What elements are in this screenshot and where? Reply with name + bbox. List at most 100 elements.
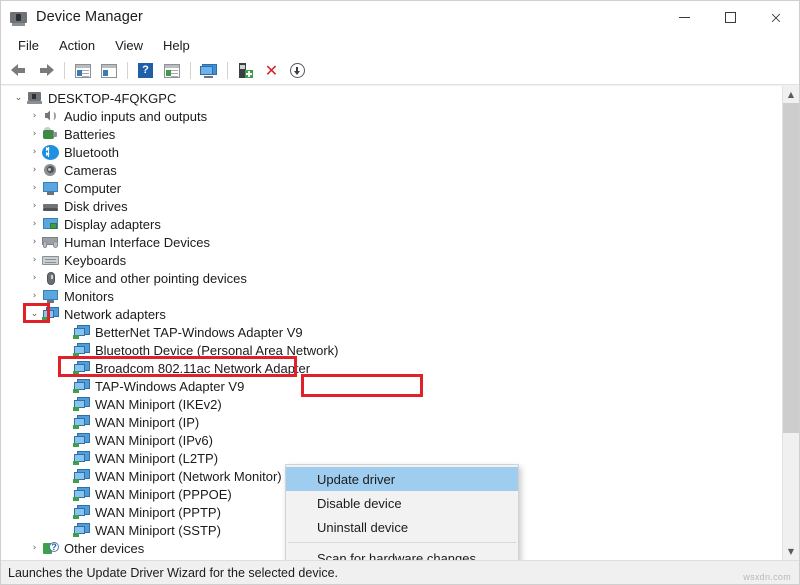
scroll-up-button[interactable]: ▲ bbox=[783, 86, 799, 103]
tree-node[interactable]: ⌄Network adapters bbox=[1, 305, 782, 323]
tree-node[interactable]: › Batteries bbox=[1, 125, 782, 143]
tree-node[interactable]: › Cameras bbox=[1, 161, 782, 179]
chevron-right-icon[interactable]: › bbox=[27, 166, 42, 175]
red-x-icon: ✕ bbox=[265, 63, 278, 79]
chevron-right-icon[interactable]: › bbox=[27, 112, 42, 121]
tree-node[interactable]: WAN Miniport (IKEv2) bbox=[1, 395, 782, 413]
help-button[interactable]: ? bbox=[133, 59, 158, 82]
tree-node-label: Batteries bbox=[64, 127, 119, 142]
scroll-down-button[interactable]: ▼ bbox=[783, 543, 799, 560]
tree-node[interactable]: ›Keyboards bbox=[1, 251, 782, 269]
network-adapter-icon bbox=[73, 343, 90, 358]
chevron-right-icon[interactable]: › bbox=[27, 220, 42, 229]
context-disable-device[interactable]: Disable device bbox=[286, 491, 518, 515]
down-arrow-circle-icon bbox=[290, 63, 305, 78]
network-adapter-icon bbox=[73, 433, 90, 448]
vertical-scrollbar[interactable]: ▲ ▼ bbox=[782, 86, 799, 560]
toolbar: ? ✕ bbox=[1, 57, 799, 85]
update-driver-button[interactable] bbox=[233, 59, 258, 82]
menu-view[interactable]: View bbox=[106, 36, 152, 55]
network-adapter-icon bbox=[73, 487, 90, 502]
tree-node-label: Other devices bbox=[64, 541, 148, 556]
view-button[interactable] bbox=[159, 59, 184, 82]
tree-node-label: Bluetooth Device (Personal Area Network) bbox=[95, 343, 343, 358]
toolbar-separator bbox=[190, 62, 191, 79]
menu-action[interactable]: Action bbox=[50, 36, 104, 55]
content-area: ⌄ DESKTOP-4FQKGPC ›Audio inputs and outp… bbox=[1, 85, 799, 560]
scrollbar-track[interactable] bbox=[783, 103, 799, 543]
chevron-right-icon[interactable]: › bbox=[27, 148, 42, 157]
context-scan-for-hardware-changes[interactable]: Scan for hardware changes bbox=[286, 546, 518, 560]
maximize-button[interactable] bbox=[707, 1, 753, 34]
disk-drive-icon bbox=[42, 199, 59, 214]
tree-node[interactable]: WAN Miniport (IP) bbox=[1, 413, 782, 431]
tree-node[interactable]: › Human Interface Devices bbox=[1, 233, 782, 251]
back-arrow-icon bbox=[11, 64, 28, 77]
chevron-right-icon[interactable]: › bbox=[27, 238, 42, 247]
tree-node[interactable]: BetterNet TAP-Windows Adapter V9 bbox=[1, 323, 782, 341]
chevron-down-icon[interactable]: ⌄ bbox=[11, 94, 26, 103]
monitor-icon bbox=[42, 289, 59, 304]
minimize-button[interactable] bbox=[661, 1, 707, 34]
show-hide-console-tree-button[interactable] bbox=[70, 59, 95, 82]
scan-for-hardware-changes-button[interactable] bbox=[196, 59, 221, 82]
tree-node-label: Disk drives bbox=[64, 199, 132, 214]
network-adapter-icon bbox=[73, 415, 90, 430]
device-manager-window: Device Manager × File Action View Help bbox=[0, 0, 800, 585]
window-controls: × bbox=[661, 1, 799, 34]
network-adapter-icon bbox=[73, 379, 90, 394]
tree-node[interactable]: › Mice and other pointing devices bbox=[1, 269, 782, 287]
chevron-right-icon[interactable]: › bbox=[27, 256, 42, 265]
tree-node-label: Mice and other pointing devices bbox=[64, 271, 251, 286]
tree-node-label: Bluetooth bbox=[64, 145, 123, 160]
context-uninstall-device[interactable]: Uninstall device bbox=[286, 515, 518, 539]
tree-node[interactable]: WAN Miniport (IPv6) bbox=[1, 431, 782, 449]
tree-node-label: Computer bbox=[64, 181, 125, 196]
tree-node-label: Monitors bbox=[64, 289, 118, 304]
network-adapter-icon bbox=[73, 451, 90, 466]
chevron-right-icon[interactable]: › bbox=[27, 130, 42, 139]
speaker-icon bbox=[42, 109, 59, 124]
chevron-right-icon[interactable]: › bbox=[27, 184, 42, 193]
menu-file[interactable]: File bbox=[9, 36, 48, 55]
tree-node[interactable]: ›Audio inputs and outputs bbox=[1, 107, 782, 125]
properties-button[interactable] bbox=[96, 59, 121, 82]
scrollbar-thumb[interactable] bbox=[783, 103, 799, 433]
status-text: Launches the Update Driver Wizard for th… bbox=[8, 566, 338, 580]
network-adapter-icon bbox=[73, 361, 90, 376]
update-driver-icon bbox=[238, 63, 253, 78]
title-bar: Device Manager × bbox=[1, 1, 799, 34]
monitor-icon bbox=[42, 181, 59, 196]
tree-node-label: WAN Miniport (IPv6) bbox=[95, 433, 217, 448]
tree-node[interactable]: ›Display adapters bbox=[1, 215, 782, 233]
tree-node[interactable]: Bluetooth Device (Personal Area Network) bbox=[1, 341, 782, 359]
menu-help[interactable]: Help bbox=[154, 36, 199, 55]
close-button[interactable]: × bbox=[753, 1, 799, 34]
chevron-right-icon[interactable]: › bbox=[27, 292, 42, 301]
tree-node[interactable]: Broadcom 802.11ac Network Adapter bbox=[1, 359, 782, 377]
tree-node-label: WAN Miniport (SSTP) bbox=[95, 523, 225, 538]
chevron-right-icon[interactable]: › bbox=[27, 202, 42, 211]
forward-button[interactable] bbox=[33, 59, 58, 82]
tree-node[interactable]: › Monitors bbox=[1, 287, 782, 305]
back-button[interactable] bbox=[7, 59, 32, 82]
console-tree-icon bbox=[75, 64, 91, 78]
tree-node-label: Cameras bbox=[64, 163, 121, 178]
tree-node[interactable]: › Computer bbox=[1, 179, 782, 197]
battery-icon bbox=[42, 127, 59, 142]
uninstall-device-button[interactable]: ✕ bbox=[259, 59, 284, 82]
chevron-right-icon[interactable]: › bbox=[27, 544, 42, 553]
tree-node[interactable]: › Disk drives bbox=[1, 197, 782, 215]
disable-device-button[interactable] bbox=[285, 59, 310, 82]
tree-node[interactable]: › Bluetooth bbox=[1, 143, 782, 161]
chevron-right-icon[interactable]: › bbox=[27, 274, 42, 283]
chevron-down-icon[interactable]: ⌄ bbox=[27, 310, 42, 319]
tree-node[interactable]: TAP-Windows Adapter V9 bbox=[1, 377, 782, 395]
watermark: wsxdn.com bbox=[743, 572, 791, 582]
context-update-driver[interactable]: Update driver bbox=[286, 467, 518, 491]
network-adapter-icon bbox=[73, 325, 90, 340]
bluetooth-icon bbox=[42, 145, 59, 160]
tree-node-label: Human Interface Devices bbox=[64, 235, 214, 250]
tree-node-label: WAN Miniport (IKEv2) bbox=[95, 397, 226, 412]
tree-root-node[interactable]: ⌄ DESKTOP-4FQKGPC bbox=[1, 89, 782, 107]
